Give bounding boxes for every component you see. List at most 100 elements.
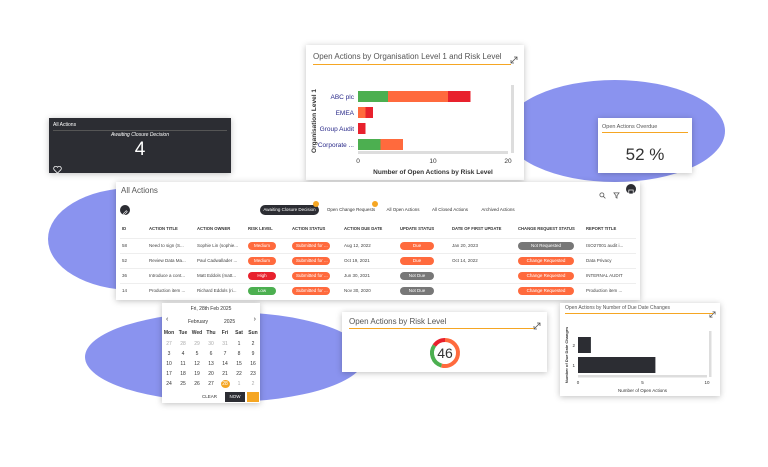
overdue-card[interactable]: Open Actions Overdue 52 % (598, 118, 692, 173)
horizontal-scrollbar[interactable] (578, 375, 707, 378)
calendar-day[interactable]: 27 (204, 380, 218, 388)
table-row[interactable]: 58 Need to sign (S... Sophie Lin (sophie..… (120, 238, 636, 253)
calendar-day[interactable]: 21 (218, 370, 232, 378)
tab-archived-actions[interactable]: Archived Actions (476, 205, 520, 215)
overdue-card-value: 52 % (625, 145, 665, 164)
calendar-day[interactable]: 25 (176, 380, 190, 388)
table-row[interactable]: 52 Review Data Ma... Paul Cadwallader ... M… (120, 253, 636, 268)
table-cell: Production item ... (149, 288, 186, 293)
calendar-day[interactable]: 13 (204, 360, 218, 368)
calendar-day[interactable]: 9 (246, 350, 260, 358)
overdue-card-title: Open Actions Overdue (602, 124, 658, 130)
calendar-day[interactable]: 19 (190, 370, 204, 378)
horizontal-scrollbar[interactable] (358, 151, 508, 154)
status-badge: Due (400, 257, 434, 265)
column-header[interactable]: RISK LEVEL (248, 226, 273, 231)
calendar-day[interactable]: 16 (246, 360, 260, 368)
calendar-day[interactable]: 6 (204, 350, 218, 358)
tab-awaiting-closure-decision[interactable]: Awaiting Closure Decision (260, 205, 319, 215)
calendar-ok-button[interactable] (247, 392, 259, 402)
tab-badge (313, 201, 319, 207)
column-header[interactable]: UPDATE STATUS (400, 226, 434, 231)
table-cell: INTERNAL AUDIT (586, 273, 623, 278)
calendar-month[interactable]: February (188, 319, 208, 325)
weekday-label: Sat (235, 330, 243, 336)
heart-icon[interactable] (53, 161, 62, 174)
bar-segment[interactable] (365, 107, 374, 118)
calendar-day[interactable]: 26 (190, 380, 204, 388)
export-icon[interactable] (626, 184, 636, 195)
tab-all-open-actions[interactable]: All Open Actions (383, 205, 423, 215)
bar[interactable] (578, 357, 656, 373)
calendar-day[interactable]: 31 (218, 340, 232, 348)
bar-segment[interactable] (358, 107, 366, 118)
calendar-day[interactable]: 10 (162, 360, 176, 368)
calendar-day[interactable]: 5 (190, 350, 204, 358)
y-tick-label: Group Audit (320, 126, 355, 133)
x-tick-label: 20 (504, 158, 512, 165)
calendar-day[interactable]: 4 (176, 350, 190, 358)
calendar-day[interactable]: 8 (232, 350, 246, 358)
column-header[interactable]: ACTION STATUS (292, 226, 325, 231)
bar-segment[interactable] (358, 91, 388, 102)
bar-segment[interactable] (358, 123, 366, 134)
vertical-scrollbar[interactable] (511, 85, 514, 153)
column-header[interactable]: ID (122, 226, 126, 231)
bar-segment[interactable] (380, 139, 404, 150)
calendar-day[interactable]: 2 (246, 340, 260, 348)
calendar-day[interactable]: 14 (218, 360, 232, 368)
status-badge: Submitted for ... (292, 257, 330, 265)
bar-segment[interactable] (358, 139, 381, 150)
calendar-day[interactable]: 30 (204, 340, 218, 348)
calendar-now-button[interactable]: NOW (225, 392, 245, 402)
risk-level-donut-chart: 46 (430, 338, 460, 368)
calendar-day[interactable]: 24 (162, 380, 176, 388)
calendar-day[interactable]: 1 (232, 340, 246, 348)
column-header[interactable]: DATE OF FIRST UPDATE (452, 226, 501, 231)
calendar-day[interactable]: 17 (162, 370, 176, 378)
calendar-day[interactable]: 28 (220, 380, 230, 388)
calendar-day[interactable]: 28 (176, 340, 190, 348)
calendar-day[interactable]: 29 (190, 340, 204, 348)
calendar-prev-button[interactable]: ‹ (166, 316, 168, 323)
calendar-year[interactable]: 2025 (224, 319, 235, 325)
awaiting-closure-card[interactable]: All Actions Awaiting Closure Decision 4 (49, 118, 231, 174)
tab-all-closed-actions[interactable]: All Closed Actions (428, 205, 472, 215)
column-header[interactable]: REPORT TITLE (586, 226, 616, 231)
calendar-day[interactable]: 3 (162, 350, 176, 358)
bar-segment[interactable] (388, 91, 448, 102)
column-header[interactable]: ACTION OWNER (197, 226, 230, 231)
weekday-label: Wed (191, 330, 203, 336)
calendar-day[interactable]: 2 (246, 380, 260, 388)
calendar-day[interactable]: 1 (232, 380, 246, 388)
calendar-day[interactable]: 22 (232, 370, 246, 378)
vertical-scrollbar[interactable] (709, 331, 712, 377)
table-cell: Oct 14, 2022 (452, 258, 478, 263)
calendar-day[interactable]: 15 (232, 360, 246, 368)
calendar-next-button[interactable]: › (254, 316, 256, 323)
calendar-day[interactable]: 23 (246, 370, 260, 378)
table-cell: Review Data Ma... (149, 258, 186, 263)
filter-icon[interactable] (613, 186, 620, 204)
awaiting-card-title: All Actions (53, 122, 77, 128)
tab-open-change-requests[interactable]: Open Change Requests (324, 205, 378, 215)
bar[interactable] (578, 337, 591, 353)
column-header[interactable]: CHANGE REQUEST STATUS (518, 226, 575, 231)
calendar-day[interactable]: 12 (190, 360, 204, 368)
edit-icon[interactable] (120, 205, 130, 216)
column-header[interactable]: ACTION TITLE (149, 226, 178, 231)
calendar-clear-button[interactable]: CLEAR (202, 394, 217, 399)
search-icon[interactable] (599, 186, 606, 204)
calendar-day[interactable]: 18 (176, 370, 190, 378)
table-row[interactable]: 36 Introduce a cont... Matt Eddols (matt..… (120, 268, 636, 283)
bar-segment[interactable] (448, 91, 471, 102)
calendar-day[interactable]: 20 (204, 370, 218, 378)
calendar-day[interactable]: 27 (162, 340, 176, 348)
table-cell: Data Privacy (586, 258, 612, 263)
weekday-label: Tue (178, 330, 188, 336)
table-cell: Oct 19, 2021 (344, 258, 370, 263)
calendar-day[interactable]: 11 (176, 360, 190, 368)
table-row[interactable]: 14 Production item ... Richard Eddols (ri.… (120, 283, 636, 298)
column-header[interactable]: ACTION DUE DATE (344, 226, 382, 231)
calendar-day[interactable]: 7 (218, 350, 232, 358)
